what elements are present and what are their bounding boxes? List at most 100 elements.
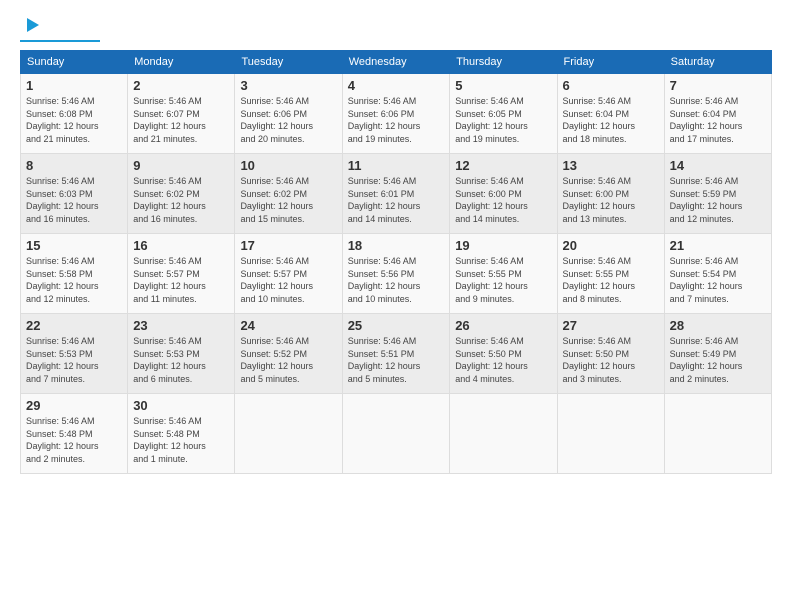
- day-info: Sunrise: 5:46 AM Sunset: 5:48 PM Dayligh…: [133, 415, 229, 465]
- calendar-cell: 23 Sunrise: 5:46 AM Sunset: 5:53 PM Dayli…: [128, 314, 235, 394]
- day-number: 22: [26, 318, 122, 333]
- calendar-cell: 24 Sunrise: 5:46 AM Sunset: 5:52 PM Dayli…: [235, 314, 342, 394]
- weekday-header-sunday: Sunday: [21, 51, 128, 74]
- day-info: Sunrise: 5:46 AM Sunset: 6:03 PM Dayligh…: [26, 175, 122, 225]
- day-number: 15: [26, 238, 122, 253]
- calendar-cell: 26 Sunrise: 5:46 AM Sunset: 5:50 PM Dayli…: [450, 314, 557, 394]
- calendar-cell: [342, 394, 449, 474]
- calendar-cell: 10 Sunrise: 5:46 AM Sunset: 6:02 PM Dayli…: [235, 154, 342, 234]
- day-number: 13: [563, 158, 659, 173]
- day-number: 4: [348, 78, 444, 93]
- day-number: 2: [133, 78, 229, 93]
- day-number: 17: [240, 238, 336, 253]
- day-number: 9: [133, 158, 229, 173]
- day-info: Sunrise: 5:46 AM Sunset: 6:08 PM Dayligh…: [26, 95, 122, 145]
- calendar-cell: 5Sunrise: 5:46 AM Sunset: 6:05 PM Daylig…: [450, 74, 557, 154]
- calendar-cell: 29 Sunrise: 5:46 AM Sunset: 5:48 PM Dayli…: [21, 394, 128, 474]
- day-info: Sunrise: 5:46 AM Sunset: 5:49 PM Dayligh…: [670, 335, 766, 385]
- calendar-week-2: 8 Sunrise: 5:46 AM Sunset: 6:03 PM Daylig…: [21, 154, 772, 234]
- day-info: Sunrise: 5:46 AM Sunset: 5:52 PM Dayligh…: [240, 335, 336, 385]
- calendar-cell: 6 Sunrise: 5:46 AM Sunset: 6:04 PM Daylig…: [557, 74, 664, 154]
- weekday-header-wednesday: Wednesday: [342, 51, 449, 74]
- calendar-week-1: 1 Sunrise: 5:46 AM Sunset: 6:08 PM Daylig…: [21, 74, 772, 154]
- calendar-cell: 19 Sunrise: 5:46 AM Sunset: 5:55 PM Dayli…: [450, 234, 557, 314]
- calendar-cell: 15 Sunrise: 5:46 AM Sunset: 5:58 PM Dayli…: [21, 234, 128, 314]
- calendar-cell: 8 Sunrise: 5:46 AM Sunset: 6:03 PM Daylig…: [21, 154, 128, 234]
- day-info: Sunrise: 5:46 AM Sunset: 5:50 PM Dayligh…: [455, 335, 551, 385]
- day-info: Sunrise: 5:46 AM Sunset: 5:55 PM Dayligh…: [563, 255, 659, 305]
- day-number: 10: [240, 158, 336, 173]
- day-info: Sunrise: 5:46 AM Sunset: 5:48 PM Dayligh…: [26, 415, 122, 465]
- calendar-cell: [557, 394, 664, 474]
- day-info: Sunrise: 5:46 AM Sunset: 5:57 PM Dayligh…: [133, 255, 229, 305]
- calendar-cell: [664, 394, 771, 474]
- weekday-header-thursday: Thursday: [450, 51, 557, 74]
- calendar-cell: 4Sunrise: 5:46 AM Sunset: 6:06 PM Daylig…: [342, 74, 449, 154]
- day-info: Sunrise: 5:46 AM Sunset: 5:54 PM Dayligh…: [670, 255, 766, 305]
- day-info: Sunrise: 5:46 AM Sunset: 6:04 PM Dayligh…: [563, 95, 659, 145]
- day-number: 7: [670, 78, 766, 93]
- day-number: 26: [455, 318, 551, 333]
- calendar-header: SundayMondayTuesdayWednesdayThursdayFrid…: [21, 51, 772, 74]
- header: [20, 16, 772, 42]
- weekday-header-saturday: Saturday: [664, 51, 771, 74]
- day-number: 12: [455, 158, 551, 173]
- calendar-cell: 2 Sunrise: 5:46 AM Sunset: 6:07 PM Daylig…: [128, 74, 235, 154]
- weekday-header-tuesday: Tuesday: [235, 51, 342, 74]
- logo-arrow-icon: [23, 16, 41, 39]
- day-info: Sunrise: 5:46 AM Sunset: 5:51 PM Dayligh…: [348, 335, 444, 385]
- calendar-cell: 3Sunrise: 5:46 AM Sunset: 6:06 PM Daylig…: [235, 74, 342, 154]
- day-info: Sunrise: 5:46 AM Sunset: 6:07 PM Dayligh…: [133, 95, 229, 145]
- calendar-week-5: 29 Sunrise: 5:46 AM Sunset: 5:48 PM Dayli…: [21, 394, 772, 474]
- calendar-cell: 7 Sunrise: 5:46 AM Sunset: 6:04 PM Daylig…: [664, 74, 771, 154]
- weekday-row: SundayMondayTuesdayWednesdayThursdayFrid…: [21, 51, 772, 74]
- day-info: Sunrise: 5:46 AM Sunset: 6:00 PM Dayligh…: [563, 175, 659, 225]
- day-info: Sunrise: 5:46 AM Sunset: 6:01 PM Dayligh…: [348, 175, 444, 225]
- calendar-cell: 17 Sunrise: 5:46 AM Sunset: 5:57 PM Dayli…: [235, 234, 342, 314]
- day-number: 11: [348, 158, 444, 173]
- day-number: 19: [455, 238, 551, 253]
- calendar-cell: 1 Sunrise: 5:46 AM Sunset: 6:08 PM Daylig…: [21, 74, 128, 154]
- calendar-body: 1 Sunrise: 5:46 AM Sunset: 6:08 PM Daylig…: [21, 74, 772, 474]
- day-info: Sunrise: 5:46 AM Sunset: 5:59 PM Dayligh…: [670, 175, 766, 225]
- day-info: Sunrise: 5:46 AM Sunset: 5:53 PM Dayligh…: [133, 335, 229, 385]
- day-number: 20: [563, 238, 659, 253]
- day-info: Sunrise: 5:46 AM Sunset: 5:57 PM Dayligh…: [240, 255, 336, 305]
- day-number: 8: [26, 158, 122, 173]
- calendar-week-3: 15 Sunrise: 5:46 AM Sunset: 5:58 PM Dayli…: [21, 234, 772, 314]
- calendar-cell: [450, 394, 557, 474]
- day-number: 29: [26, 398, 122, 413]
- weekday-header-monday: Monday: [128, 51, 235, 74]
- day-number: 24: [240, 318, 336, 333]
- day-info: Sunrise: 5:46 AM Sunset: 5:50 PM Dayligh…: [563, 335, 659, 385]
- calendar-cell: 16Sunrise: 5:46 AM Sunset: 5:57 PM Dayli…: [128, 234, 235, 314]
- day-info: Sunrise: 5:46 AM Sunset: 6:04 PM Dayligh…: [670, 95, 766, 145]
- day-info: Sunrise: 5:46 AM Sunset: 5:58 PM Dayligh…: [26, 255, 122, 305]
- day-info: Sunrise: 5:46 AM Sunset: 5:53 PM Dayligh…: [26, 335, 122, 385]
- day-number: 5: [455, 78, 551, 93]
- day-number: 25: [348, 318, 444, 333]
- day-number: 23: [133, 318, 229, 333]
- day-info: Sunrise: 5:46 AM Sunset: 6:00 PM Dayligh…: [455, 175, 551, 225]
- page: SundayMondayTuesdayWednesdayThursdayFrid…: [0, 0, 792, 612]
- day-number: 6: [563, 78, 659, 93]
- day-info: Sunrise: 5:46 AM Sunset: 5:56 PM Dayligh…: [348, 255, 444, 305]
- calendar-cell: 14Sunrise: 5:46 AM Sunset: 5:59 PM Dayli…: [664, 154, 771, 234]
- calendar-cell: 11 Sunrise: 5:46 AM Sunset: 6:01 PM Dayli…: [342, 154, 449, 234]
- day-info: Sunrise: 5:46 AM Sunset: 6:02 PM Dayligh…: [133, 175, 229, 225]
- calendar: SundayMondayTuesdayWednesdayThursdayFrid…: [20, 50, 772, 474]
- day-info: Sunrise: 5:46 AM Sunset: 5:55 PM Dayligh…: [455, 255, 551, 305]
- calendar-cell: 30Sunrise: 5:46 AM Sunset: 5:48 PM Dayli…: [128, 394, 235, 474]
- calendar-cell: 25 Sunrise: 5:46 AM Sunset: 5:51 PM Dayli…: [342, 314, 449, 394]
- day-info: Sunrise: 5:46 AM Sunset: 6:02 PM Dayligh…: [240, 175, 336, 225]
- day-number: 28: [670, 318, 766, 333]
- day-number: 1: [26, 78, 122, 93]
- calendar-cell: 28 Sunrise: 5:46 AM Sunset: 5:49 PM Dayli…: [664, 314, 771, 394]
- calendar-cell: 22 Sunrise: 5:46 AM Sunset: 5:53 PM Dayli…: [21, 314, 128, 394]
- calendar-cell: 9 Sunrise: 5:46 AM Sunset: 6:02 PM Daylig…: [128, 154, 235, 234]
- calendar-cell: 18Sunrise: 5:46 AM Sunset: 5:56 PM Dayli…: [342, 234, 449, 314]
- day-number: 3: [240, 78, 336, 93]
- day-number: 21: [670, 238, 766, 253]
- calendar-cell: 13 Sunrise: 5:46 AM Sunset: 6:00 PM Dayli…: [557, 154, 664, 234]
- calendar-cell: 21 Sunrise: 5:46 AM Sunset: 5:54 PM Dayli…: [664, 234, 771, 314]
